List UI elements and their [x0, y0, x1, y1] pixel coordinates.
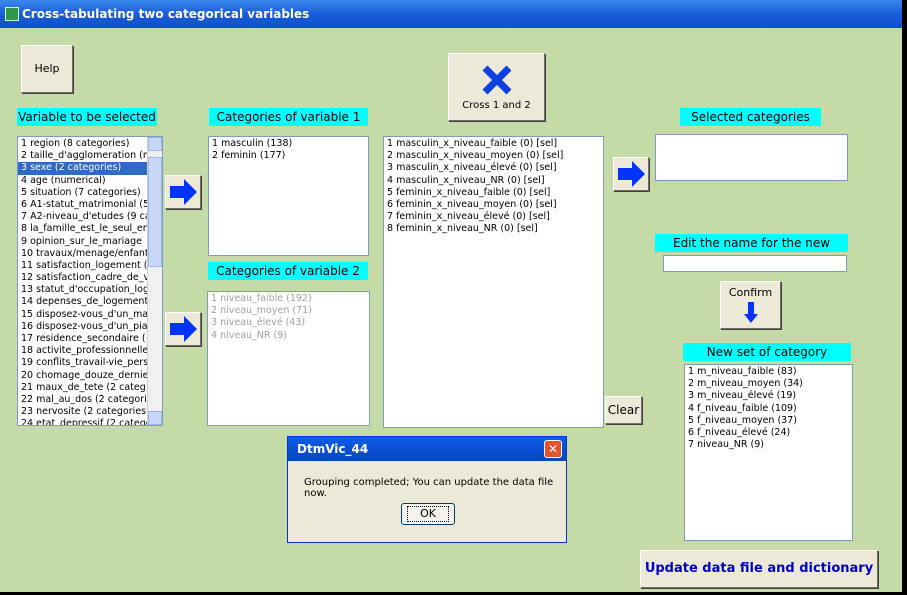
- right-arrow-icon: [170, 316, 197, 342]
- window-title: Cross-tabulating two categorical variabl…: [22, 7, 310, 21]
- new-set-item[interactable]: 2 m_niveau_moyen (34): [685, 378, 852, 390]
- category2-item[interactable]: 1 niveau_faible (192): [208, 293, 369, 305]
- variable-list-item[interactable]: 6 A1-statut_matrimonial (5 c: [18, 199, 162, 211]
- category2-item[interactable]: 4 niveau_NR (9): [208, 330, 369, 342]
- edit-name-header: Edit the name for the new category: [655, 234, 848, 268]
- variable-list-item[interactable]: 14 depenses_de_logement: [18, 296, 162, 308]
- variable-list-item[interactable]: 15 disposez-vous_d'un_mac: [18, 309, 162, 321]
- variable-list-item[interactable]: 12 satisfaction_cadre_de_v: [18, 272, 162, 284]
- cross-x-icon: [482, 65, 512, 95]
- new-set-item[interactable]: 7 niveau_NR (9): [685, 439, 852, 451]
- confirm-button-label: Confirm: [728, 286, 773, 299]
- category2-item[interactable]: 3 niveau_élevé (43): [208, 317, 369, 329]
- app-icon: [5, 7, 19, 21]
- new-set-item[interactable]: 1 m_niveau_faible (83): [685, 366, 852, 378]
- variable-list-item[interactable]: 17 residence_secondaire (: [18, 333, 162, 345]
- message-dialog: DtmVic_44 ✕ Grouping completed; You can …: [287, 436, 567, 543]
- select-variable2-button[interactable]: [165, 312, 201, 346]
- variable-list-item[interactable]: 20 chomage_douze_dernie: [18, 370, 162, 382]
- ok-button-label: OK: [407, 506, 449, 522]
- variable-list-item[interactable]: 3 sexe (2 categories): [18, 162, 162, 175]
- confirm-button[interactable]: Confirm: [720, 281, 781, 329]
- crossed-category-item[interactable]: 4 masculin_x_niveau_NR (0) [sel]: [384, 175, 603, 187]
- variable-list-item[interactable]: 13 statut_d'occupation_logi: [18, 284, 162, 296]
- update-button[interactable]: Update data file and dictionary: [640, 550, 878, 588]
- variable-list-item[interactable]: 19 conflits_travail-vie_perso: [18, 357, 162, 369]
- variable-list-item[interactable]: 2 taille_d'agglomeration (nc: [18, 150, 162, 162]
- new-set-header: New set of category: [683, 343, 851, 361]
- new-set-list[interactable]: 1 m_niveau_faible (83) 2 m_niveau_moyen (…: [684, 364, 853, 541]
- scroll-up-icon[interactable]: [148, 137, 162, 151]
- categories1-list[interactable]: 1 masculin (138) 2 feminin (177): [208, 136, 369, 256]
- categories2-list[interactable]: 1 niveau_faible (192) 2 niveau_moyen (71)…: [207, 291, 370, 426]
- category1-item[interactable]: 1 masculin (138): [209, 138, 368, 150]
- new-set-item[interactable]: 6 f_niveau_élevé (24): [685, 427, 852, 439]
- scroll-down-icon[interactable]: [148, 411, 162, 425]
- variable-list[interactable]: 1 region (8 categories) 2 taille_d'agglom…: [17, 136, 163, 426]
- crossed-category-item[interactable]: 2 masculin_x_niveau_moyen (0) [sel]: [384, 150, 603, 162]
- variable-list-item[interactable]: 24 etat_depressif (2 categc: [18, 418, 162, 425]
- new-category-name-input[interactable]: [663, 255, 847, 272]
- right-arrow-icon: [170, 179, 197, 205]
- cross-button[interactable]: Cross 1 and 2: [448, 53, 545, 121]
- help-button[interactable]: Help: [21, 45, 73, 93]
- categories1-header: Categories of variable 1: [209, 108, 368, 126]
- crossed-category-item[interactable]: 3 masculin_x_niveau_élevé (0) [sel]: [384, 162, 603, 174]
- dialog-title: DtmVic_44: [297, 442, 369, 456]
- variable-list-item[interactable]: 11 satisfaction_logement (: [18, 260, 162, 272]
- category1-item[interactable]: 2 feminin (177): [209, 150, 368, 162]
- selected-categories-header: Selected categories: [680, 108, 821, 126]
- new-set-item[interactable]: 3 m_niveau_élevé (19): [685, 390, 852, 402]
- categories2-header: Categories of variable 2: [208, 262, 368, 280]
- dialog-title-bar: DtmVic_44: [288, 437, 566, 461]
- variable-list-item[interactable]: 16 disposez-vous_d'un_piar: [18, 321, 162, 333]
- variable-list-item[interactable]: 9 opinion_sur_le_mariage: [18, 236, 162, 248]
- select-variable1-button[interactable]: [165, 175, 201, 209]
- close-icon[interactable]: ✕: [544, 440, 562, 458]
- variable-list-item[interactable]: 18 activite_professionnelle: [18, 345, 162, 357]
- main-window: Cross-tabulating two categorical variabl…: [0, 0, 904, 592]
- scroll-thumb[interactable]: [148, 157, 162, 267]
- selected-categories-list[interactable]: [655, 134, 848, 181]
- new-set-item[interactable]: 4 f_niveau_faible (109): [685, 403, 852, 415]
- down-arrow-icon: [744, 302, 758, 323]
- variable-list-item[interactable]: 8 la_famille_est_le_seul_en: [18, 223, 162, 235]
- right-arrow-icon: [618, 161, 645, 187]
- variable-list-item[interactable]: 1 region (8 categories): [18, 138, 162, 150]
- title-bar: Cross-tabulating two categorical variabl…: [0, 0, 902, 28]
- clear-button[interactable]: Clear: [605, 396, 642, 424]
- category2-item[interactable]: 2 niveau_moyen (71): [208, 305, 369, 317]
- variable-list-item[interactable]: 4 age (numerical): [18, 175, 162, 187]
- cross-button-label: Cross 1 and 2: [462, 100, 531, 111]
- crossed-categories-list[interactable]: 1 masculin_x_niveau_faible (0) [sel] 2 ma…: [383, 136, 604, 428]
- variable-list-item[interactable]: 5 situation (7 categories): [18, 187, 162, 199]
- add-selected-button[interactable]: [613, 157, 649, 191]
- dialog-message: Grouping completed; You can update the d…: [304, 477, 554, 499]
- variable-list-item[interactable]: 7 A2-niveau_d'etudes (9 ca: [18, 211, 162, 223]
- new-set-item[interactable]: 5 f_niveau_moyen (37): [685, 415, 852, 427]
- ok-button[interactable]: OK: [401, 503, 455, 525]
- crossed-category-item[interactable]: 6 feminin_x_niveau_moyen (0) [sel]: [384, 199, 603, 211]
- crossed-category-item[interactable]: 1 masculin_x_niveau_faible (0) [sel]: [384, 138, 603, 150]
- variable-list-item[interactable]: 10 travaux/menage/enfants: [18, 248, 162, 260]
- variable-list-scrollbar[interactable]: [147, 137, 162, 425]
- crossed-category-item[interactable]: 7 feminin_x_niveau_élevé (0) [sel]: [384, 211, 603, 223]
- crossed-category-item[interactable]: 5 feminin_x_niveau_faible (0) [sel]: [384, 187, 603, 199]
- crossed-category-item[interactable]: 8 feminin_x_niveau_NR (0) [sel]: [384, 223, 603, 235]
- variable-list-item[interactable]: 22 mal_au_dos (2 categori: [18, 394, 162, 406]
- variable-list-header: Variable to be selected: [17, 108, 157, 126]
- variable-list-item[interactable]: 23 nervosite (2 categories: [18, 406, 162, 418]
- variable-list-item[interactable]: 21 maux_de_tete (2 categ: [18, 382, 162, 394]
